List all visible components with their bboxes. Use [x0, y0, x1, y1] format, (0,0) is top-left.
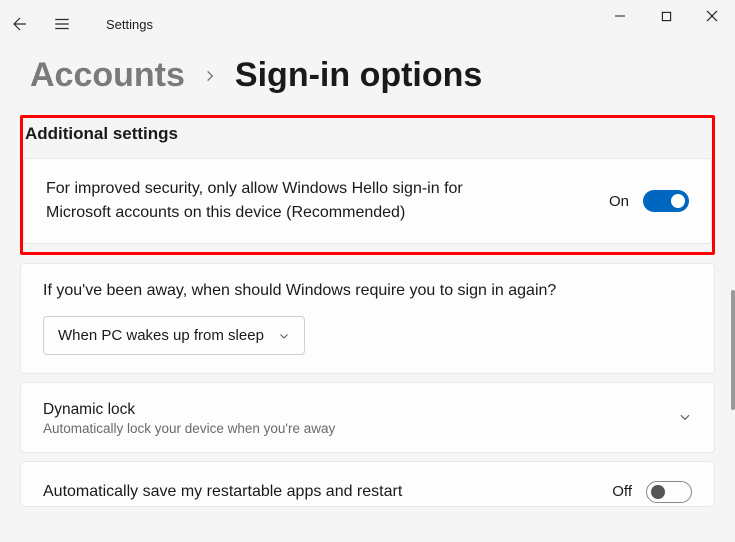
scrollbar[interactable] [731, 290, 735, 410]
restart-apps-title: Automatically save my restartable apps a… [43, 480, 402, 504]
chevron-down-icon [678, 410, 692, 424]
windows-hello-only-card: For improved security, only allow Window… [23, 158, 712, 244]
close-button[interactable] [689, 0, 735, 32]
maximize-icon [661, 11, 672, 22]
back-button[interactable] [8, 12, 32, 36]
toggle-state-label: On [609, 193, 629, 210]
require-signin-card: If you've been away, when should Windows… [20, 263, 715, 374]
close-icon [706, 10, 718, 22]
dynamic-lock-title: Dynamic lock [43, 399, 335, 421]
nav-menu-button[interactable] [50, 12, 74, 36]
toggle-state-label: Off [612, 483, 632, 500]
chevron-down-icon [278, 330, 290, 342]
breadcrumb: Accounts Sign-in options [0, 48, 735, 115]
section-header-additional-settings: Additional settings [23, 124, 712, 158]
chevron-right-icon [203, 66, 217, 86]
dropdown-value: When PC wakes up from sleep [58, 327, 264, 344]
windows-hello-only-toggle[interactable] [643, 190, 689, 212]
breadcrumb-current: Sign-in options [235, 56, 482, 95]
dynamic-lock-card[interactable]: Dynamic lock Automatically lock your dev… [20, 382, 715, 453]
dynamic-lock-subtitle: Automatically lock your device when you'… [43, 421, 335, 436]
toggle-knob [671, 194, 685, 208]
maximize-button[interactable] [643, 0, 689, 32]
back-arrow-icon [11, 15, 29, 33]
title-bar: Settings [0, 0, 735, 48]
highlighted-section: Additional settings For improved securit… [20, 115, 715, 255]
require-signin-question: If you've been away, when should Windows… [43, 282, 692, 300]
minimize-icon [614, 10, 626, 22]
require-signin-dropdown[interactable]: When PC wakes up from sleep [43, 316, 305, 355]
window-title: Settings [106, 17, 153, 32]
toggle-knob [651, 485, 665, 499]
hamburger-icon [53, 15, 71, 33]
minimize-button[interactable] [597, 0, 643, 32]
windows-hello-only-description: For improved security, only allow Window… [46, 177, 476, 225]
restart-apps-card: Automatically save my restartable apps a… [20, 461, 715, 507]
breadcrumb-parent[interactable]: Accounts [30, 56, 185, 95]
restart-apps-toggle[interactable] [646, 481, 692, 503]
